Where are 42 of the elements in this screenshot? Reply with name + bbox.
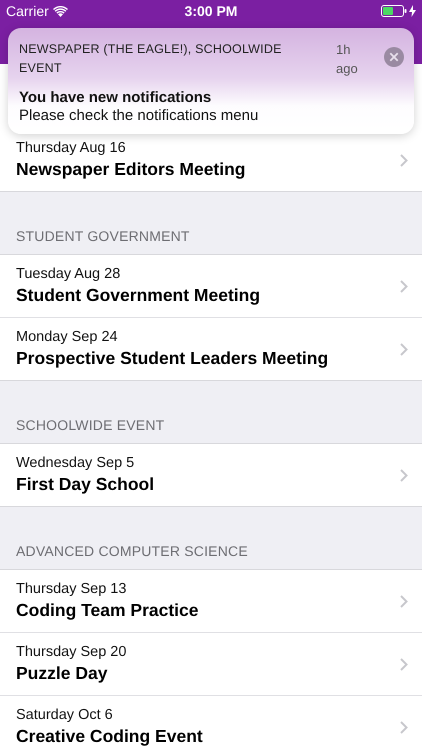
- wifi-icon: [52, 6, 68, 16]
- event-title: Coding Team Practice: [16, 600, 200, 621]
- event-date: Thursday Aug 16: [16, 140, 127, 156]
- section-header: SCHOOLWIDE EVENT: [16, 417, 164, 433]
- section-header: ADVANCED COMPUTER SCIENCE: [16, 543, 248, 559]
- battery-icon: [381, 5, 408, 17]
- event-title: Creative Coding Event: [16, 726, 204, 747]
- notification-banner[interactable]: NEWSPAPER (THE EAGLE!), SCHOOLWIDE EVENT 1h ago You have new notifications Please check the notifications menu: [8, 28, 414, 134]
- event-row[interactable]: Wednesday Sep 5 First Day School: [0, 444, 422, 507]
- event-title: Prospective Student Leaders Meeting: [16, 348, 330, 369]
- event-title: Newspaper Editors Meeting: [16, 159, 246, 180]
- chevron-icon: [400, 658, 408, 670]
- status-time: 3:00 PM: [184, 3, 238, 19]
- chevron-icon: [400, 468, 408, 482]
- event-date: Wednesday Sep 5: [16, 455, 136, 471]
- event-date: Monday Sep 24: [16, 329, 119, 345]
- event-row[interactable]: Saturday Oct 6 Creative Coding Event: [0, 696, 422, 750]
- notification-age: 1h ago: [336, 41, 359, 78]
- chevron-icon: [400, 154, 408, 166]
- carrier-name: Carrier: [6, 3, 49, 19]
- event-title: Puzzle Day: [16, 663, 108, 684]
- event-date: Thursday Sep 20: [16, 644, 128, 660]
- close-icon[interactable]: [384, 47, 404, 67]
- event-title: Student Government Meeting: [16, 285, 262, 306]
- chevron-icon: [400, 342, 408, 356]
- event-row[interactable]: Thursday Sep 20 Puzzle Day: [0, 633, 422, 696]
- notification-source: NEWSPAPER (THE EAGLE!), SCHOOLWIDE EVENT: [19, 41, 283, 77]
- event-date: Saturday Oct 6: [16, 707, 114, 723]
- notification-message: Please check the notifications menu: [19, 107, 260, 124]
- event-row[interactable]: Thursday Sep 13 Coding Team Practice: [0, 570, 422, 633]
- section-header: STUDENT GOVERNMENT: [16, 228, 190, 244]
- notification-title: You have new notifications: [19, 89, 212, 106]
- event-row[interactable]: Thursday Aug 16 Newspaper Editors Meeting: [0, 129, 422, 192]
- event-row[interactable]: Monday Sep 24 Prospective Student Leaders Meeting: [0, 318, 422, 381]
- event-row[interactable]: Tuesday Aug 28 Student Government Meeting: [0, 255, 422, 318]
- event-date: Tuesday Aug 28: [16, 266, 122, 282]
- chevron-icon: [400, 280, 408, 292]
- charging-icon: [409, 5, 416, 17]
- chevron-icon: [400, 594, 408, 608]
- chevron-icon: [400, 720, 408, 734]
- event-title: First Day School: [16, 474, 156, 495]
- event-date: Thursday Sep 13: [16, 581, 128, 597]
